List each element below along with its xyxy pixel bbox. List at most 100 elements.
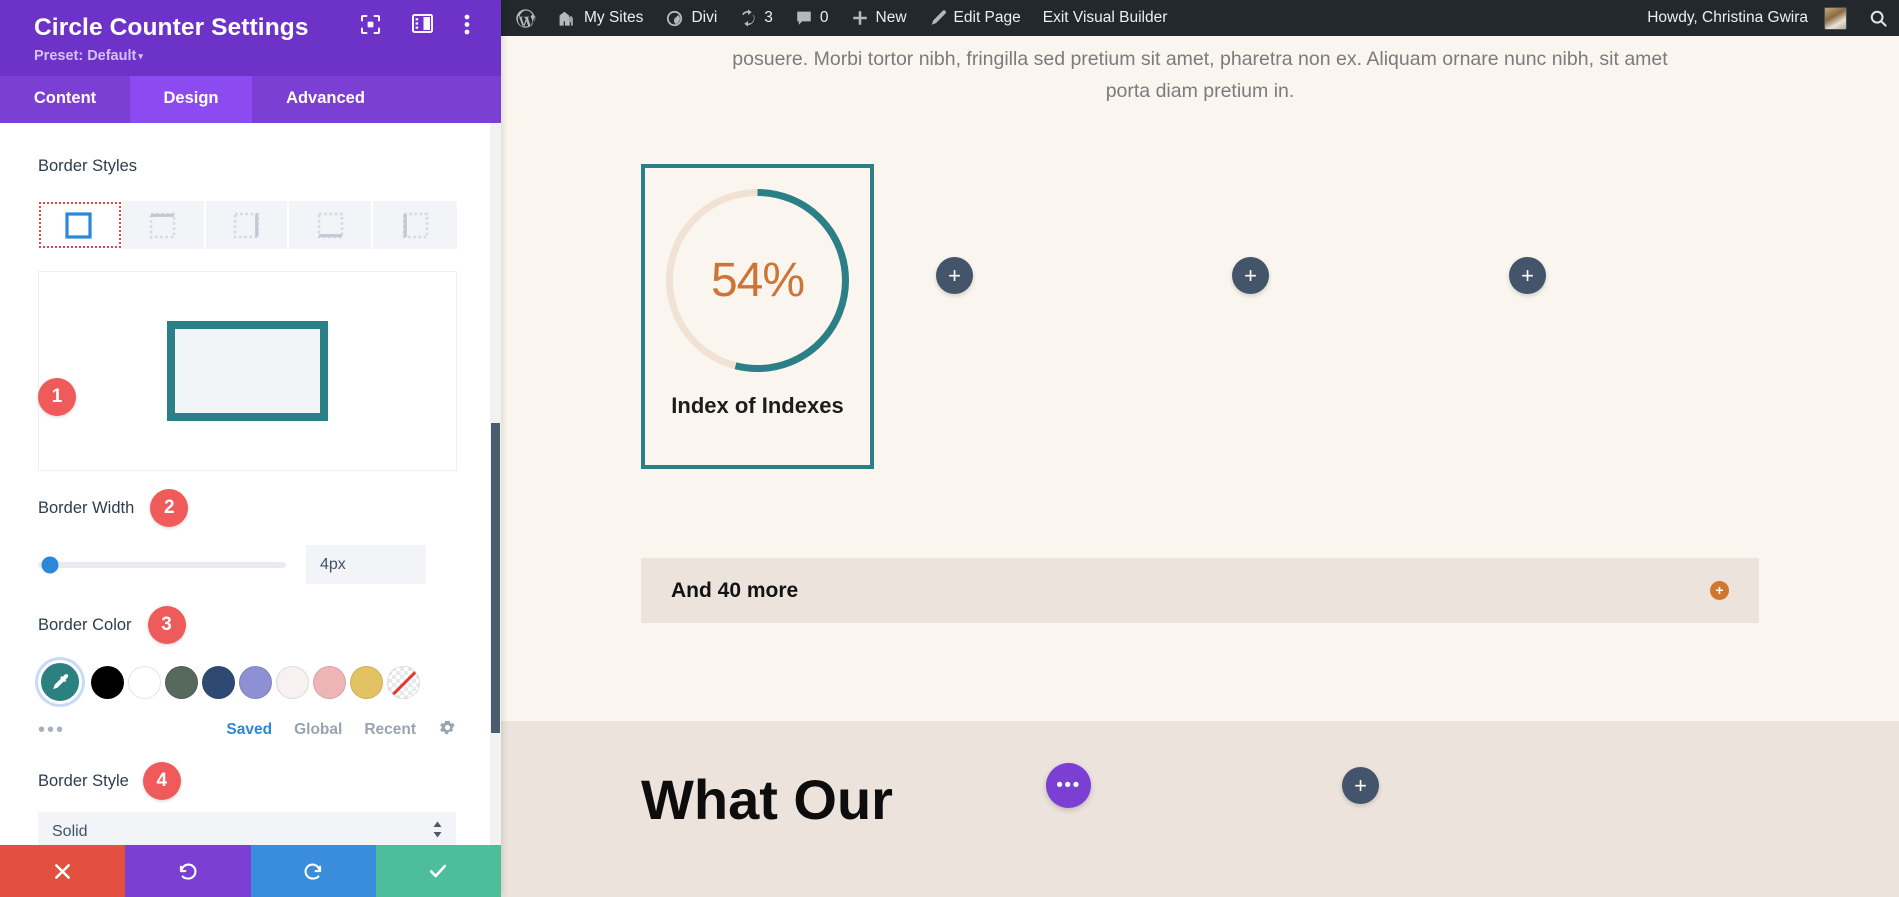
color-swatch-white[interactable] xyxy=(128,666,161,699)
border-style-select-wrapper: SolidDashedDottedDoubleGrooveRidgeInsetO… xyxy=(38,812,457,845)
color-picker-eyedropper-button[interactable] xyxy=(38,660,82,704)
settings-panel-body: Border Styles xyxy=(0,123,501,845)
settings-panel-scrollbar-track[interactable] xyxy=(490,123,501,845)
color-tab-saved[interactable]: Saved xyxy=(226,721,272,739)
color-swatch-sage-green[interactable] xyxy=(165,666,198,699)
my-sites-label: My Sites xyxy=(584,9,643,27)
avatar xyxy=(1824,7,1847,30)
gear-icon[interactable] xyxy=(438,718,457,742)
comments-menu[interactable]: 0 xyxy=(784,0,840,36)
wordpress-logo-icon xyxy=(515,8,536,29)
circle-counter-module[interactable]: 54% Index of Indexes xyxy=(641,164,874,469)
section-settings-button[interactable]: ••• xyxy=(1046,763,1091,808)
counter-module-row: 54% Index of Indexes + + + xyxy=(501,129,1899,459)
wordpress-admin-bar: My Sites Divi 3 xyxy=(501,0,1899,36)
border-color-swatches xyxy=(38,660,457,704)
preset-label: Preset: Default xyxy=(34,48,136,64)
wordpress-logo-menu[interactable] xyxy=(501,0,547,36)
border-width-label-row: Border Width 2 xyxy=(38,493,457,523)
settings-panel-scrollbar-thumb[interactable] xyxy=(491,423,500,733)
and-more-bar[interactable]: And 40 more + xyxy=(641,558,1759,623)
color-tab-global[interactable]: Global xyxy=(294,721,342,739)
update-refresh-icon xyxy=(739,9,757,27)
more-colors-button[interactable]: ••• xyxy=(38,720,65,740)
buildings-icon xyxy=(558,9,577,28)
circle-counter-percent: 54% xyxy=(661,184,854,377)
tab-content[interactable]: Content xyxy=(0,76,130,123)
exit-visual-builder-button[interactable]: Exit Visual Builder xyxy=(1032,0,1179,36)
border-width-input[interactable] xyxy=(306,545,426,584)
annotation-badge-1: 1 xyxy=(38,378,76,416)
color-swatch-mustard-yellow[interactable] xyxy=(350,666,383,699)
color-swatch-blush-pink[interactable] xyxy=(313,666,346,699)
add-toggle-item-button[interactable]: + xyxy=(1710,581,1729,600)
focus-icon[interactable] xyxy=(360,14,381,35)
save-button[interactable] xyxy=(376,845,501,897)
redo-button[interactable] xyxy=(251,845,376,897)
new-content-menu[interactable]: New xyxy=(840,0,918,36)
border-width-slider-handle[interactable] xyxy=(42,556,59,573)
color-swatch-navy-blue[interactable] xyxy=(202,666,235,699)
tab-design[interactable]: Design xyxy=(130,76,252,123)
color-swatch-black[interactable] xyxy=(91,666,124,699)
search-button[interactable] xyxy=(1858,0,1899,36)
cancel-button[interactable] xyxy=(0,845,125,897)
color-palette-meta-row: ••• Saved Global Recent xyxy=(38,718,457,742)
settings-header-icon-group xyxy=(360,14,485,35)
account-menu[interactable]: Howdy, Christina Gwira xyxy=(1633,0,1858,36)
border-style-select[interactable]: SolidDashedDottedDoubleGrooveRidgeInsetO… xyxy=(38,812,456,845)
preset-selector[interactable]: Preset: Default▾ xyxy=(34,48,483,64)
color-tab-recent[interactable]: Recent xyxy=(364,721,416,739)
add-module-button-3[interactable]: + xyxy=(1509,257,1546,294)
my-sites-menu[interactable]: My Sites xyxy=(547,0,654,36)
border-width-label: Border Width xyxy=(38,499,134,518)
border-style-label: Border Style xyxy=(38,772,129,791)
settings-tab-bar: Content Design Advanced xyxy=(0,76,501,123)
new-label: New xyxy=(876,9,907,27)
updates-count: 3 xyxy=(764,9,773,27)
and-more-label: And 40 more xyxy=(671,579,798,603)
divi-dashboard-icon xyxy=(665,9,684,28)
border-width-slider[interactable] xyxy=(38,562,286,568)
edit-page-menu[interactable]: Edit Page xyxy=(918,0,1032,36)
color-swatch-periwinkle[interactable] xyxy=(239,666,272,699)
testimonials-section: What Our ••• + xyxy=(501,721,1899,897)
border-styles-selector xyxy=(38,201,457,249)
annotation-badge-4: 4 xyxy=(143,762,181,800)
updates-menu[interactable]: 3 xyxy=(728,0,784,36)
border-color-label-row: Border Color 3 xyxy=(38,610,457,640)
exit-visual-builder-label: Exit Visual Builder xyxy=(1043,9,1168,27)
module-settings-panel: Circle Counter Settings Preset: Default▾ xyxy=(0,0,501,897)
annotation-badge-2: 2 xyxy=(150,489,188,527)
add-module-button-1[interactable]: + xyxy=(936,257,973,294)
border-style-all-sides-button[interactable] xyxy=(38,201,122,249)
settings-panel-header: Circle Counter Settings Preset: Default▾ xyxy=(0,0,501,76)
border-style-left-button[interactable] xyxy=(373,201,457,249)
comment-bubble-icon xyxy=(795,9,813,27)
border-width-control xyxy=(38,545,457,584)
layout-panel-icon[interactable] xyxy=(412,14,433,35)
add-module-button-2[interactable]: + xyxy=(1232,257,1269,294)
visual-builder-canvas: posuere. Morbi tortor nibh, fringilla se… xyxy=(501,36,1899,897)
color-swatch-no-color[interactable] xyxy=(387,666,420,699)
tab-advanced[interactable]: Advanced xyxy=(252,76,399,123)
color-swatch-off-white[interactable] xyxy=(276,666,309,699)
pencil-edit-icon xyxy=(929,9,947,27)
circle-counter-title: Index of Indexes xyxy=(671,393,843,419)
kebab-menu-icon[interactable] xyxy=(464,14,485,35)
divi-menu[interactable]: Divi xyxy=(654,0,728,36)
border-styles-label: Border Styles xyxy=(38,157,137,176)
plus-icon xyxy=(851,9,869,27)
border-style-label-row: Border Style 4 xyxy=(38,766,457,796)
border-style-top-button[interactable] xyxy=(122,201,206,249)
border-style-right-button[interactable] xyxy=(206,201,290,249)
edit-page-label: Edit Page xyxy=(954,9,1021,27)
border-style-bottom-button[interactable] xyxy=(289,201,373,249)
border-styles-label-row: Border Styles xyxy=(38,151,457,181)
border-color-label: Border Color xyxy=(38,616,132,635)
undo-button[interactable] xyxy=(125,845,250,897)
add-section-button[interactable]: + xyxy=(1342,767,1379,804)
admin-bar-right-group: Howdy, Christina Gwira xyxy=(1633,0,1899,36)
border-preview-box xyxy=(167,321,328,421)
settings-action-bar xyxy=(0,845,501,897)
